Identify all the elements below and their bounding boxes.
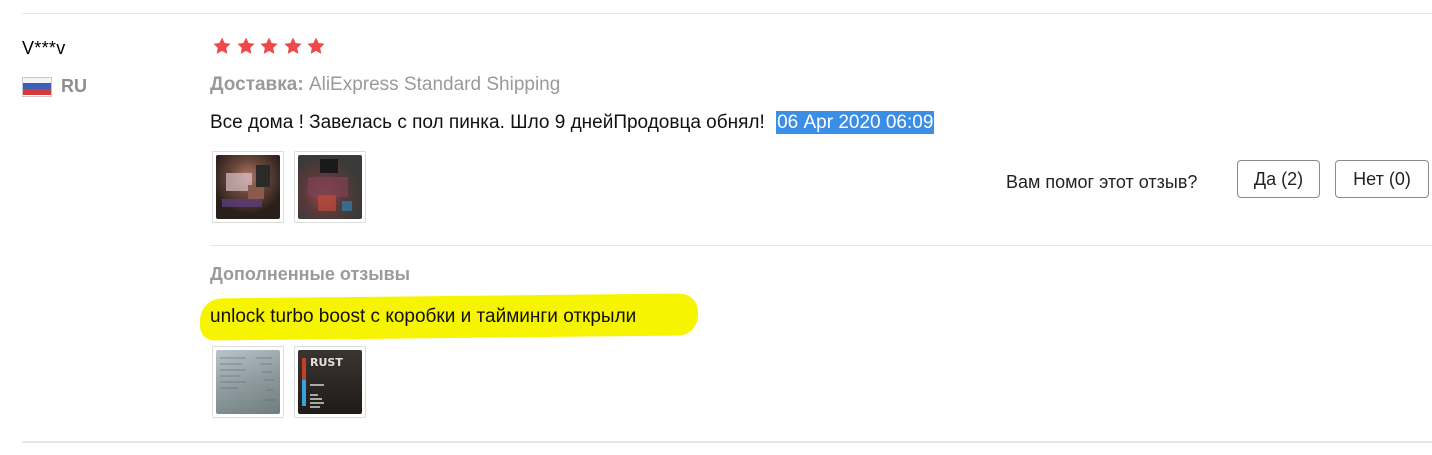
- section-divider: [210, 245, 1432, 246]
- review-photo-2[interactable]: [294, 151, 366, 223]
- top-divider: [22, 13, 1432, 14]
- followup-photo-image: RUST: [298, 350, 362, 414]
- russia-flag-icon: [22, 76, 52, 97]
- star-rating: [212, 36, 330, 56]
- followup-photo-2[interactable]: RUST: [294, 346, 366, 418]
- reviewer-country: RU: [22, 76, 87, 97]
- delivery-info: Доставка: AliExpress Standard Shipping: [210, 74, 560, 96]
- country-code: RU: [61, 76, 87, 96]
- star-icon: [283, 36, 303, 56]
- followup-photo-1[interactable]: [212, 346, 284, 418]
- followup-title: Дополненные отзывы: [210, 264, 411, 284]
- helpful-yes-button[interactable]: Да (2): [1237, 160, 1320, 198]
- star-icon: [236, 36, 256, 56]
- delivery-method: AliExpress Standard Shipping: [308, 74, 561, 95]
- review-photo-image: [216, 155, 280, 219]
- followup-photo-image: [216, 350, 280, 414]
- svg-text:RUST: RUST: [310, 356, 343, 369]
- star-icon: [212, 36, 232, 56]
- star-icon: [306, 36, 326, 56]
- helpful-question: Вам помог этот отзыв?: [1006, 172, 1198, 192]
- review-photo-1[interactable]: [212, 151, 284, 223]
- delivery-label: Доставка:: [210, 74, 304, 95]
- review-date: 06 Apr 2020 06:09: [776, 111, 935, 134]
- bottom-divider: [22, 441, 1432, 443]
- reviewer-name: V***v: [22, 38, 66, 58]
- followup-text: unlock turbo boost с коробки и тайминги …: [210, 306, 637, 327]
- review-text: Все дома ! Завелась с пол пинка. Шло 9 д…: [210, 112, 765, 133]
- helpful-no-button[interactable]: Нет (0): [1335, 160, 1429, 198]
- review-photo-image: [298, 155, 362, 219]
- review-body: Все дома ! Завелась с пол пинка. Шло 9 д…: [210, 111, 935, 134]
- star-icon: [259, 36, 279, 56]
